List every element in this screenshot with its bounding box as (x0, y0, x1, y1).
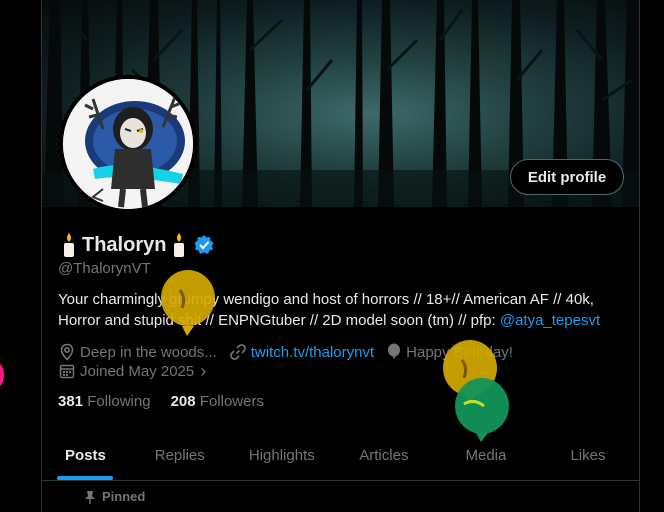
pin-icon (85, 490, 95, 504)
profile-tabs: Posts Replies Highlights Articles Media … (42, 430, 639, 481)
balloon-icon (455, 378, 509, 442)
joined-item: Joined May 2025 › (58, 361, 206, 381)
candle-icon (170, 232, 188, 258)
profile-bio: Your charmingly grumpy wendigo and host … (58, 289, 628, 331)
verified-badge-icon[interactable] (194, 235, 214, 255)
balloon-icon (161, 270, 215, 336)
column-border-right (639, 0, 640, 512)
bio-mention-link[interactable]: @atya_tepesvt (500, 312, 600, 329)
followers-link[interactable]: 208 Followers (171, 393, 264, 410)
followers-label: Followers (199, 393, 264, 410)
follow-stats: 381 Following 208 Followers (58, 393, 264, 410)
tab-highlights[interactable]: Highlights (231, 430, 333, 480)
tab-replies[interactable]: Replies (129, 430, 231, 480)
following-count: 381 (58, 393, 84, 410)
left-rail (0, 0, 42, 512)
pinned-label: Pinned (102, 489, 146, 504)
tab-likes[interactable]: Likes (537, 430, 639, 480)
avatar-illustration (63, 79, 193, 209)
followers-count: 208 (170, 393, 196, 410)
balloon-icon (388, 343, 401, 359)
tab-posts[interactable]: Posts (42, 430, 129, 480)
edit-profile-button[interactable]: Edit profile (510, 159, 624, 195)
following-link[interactable]: 381 Following (58, 393, 151, 410)
user-handle: @ThalorynVT (58, 260, 151, 277)
location-text: Deep in the woods... (80, 343, 217, 361)
profile-avatar[interactable] (59, 75, 197, 213)
website-item: twitch.tv/thalorynvt (229, 343, 374, 361)
location-icon (60, 343, 74, 361)
candle-icon (60, 232, 78, 258)
following-label: Following (87, 393, 151, 410)
link-icon (229, 344, 246, 360)
name-row: Thaloryn (60, 230, 214, 260)
joined-text: Joined May 2025 (80, 362, 195, 380)
website-link[interactable]: twitch.tv/thalorynvt (251, 344, 374, 361)
pinned-indicator: Pinned (84, 489, 145, 504)
calendar-icon (59, 364, 75, 379)
location-item: Deep in the woods... (58, 343, 217, 361)
display-name: Thaloryn (82, 233, 167, 256)
chevron-right-icon[interactable]: › (200, 361, 206, 382)
tab-articles[interactable]: Articles (333, 430, 435, 480)
